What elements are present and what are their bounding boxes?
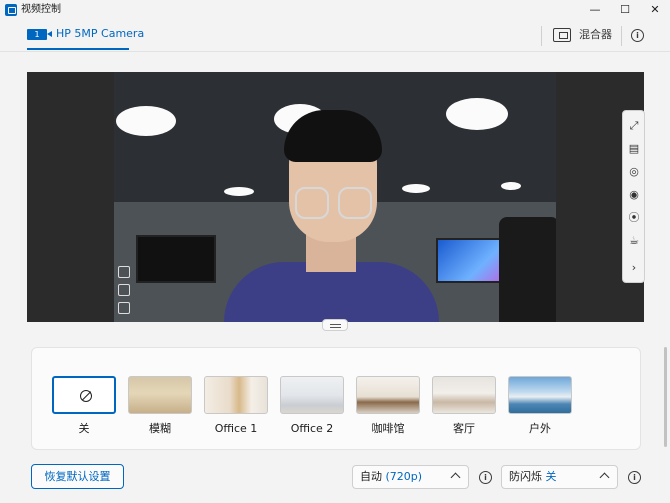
- anti-flicker-dropdown[interactable]: 防闪烁 关: [501, 465, 618, 489]
- background-thumb: [128, 376, 192, 414]
- minimize-button[interactable]: —: [580, 0, 610, 20]
- feed-light: [224, 187, 254, 196]
- background-thumb: [508, 376, 572, 414]
- background-thumb: [432, 376, 496, 414]
- resolution-value: (720p): [385, 470, 423, 483]
- background-label: 咖啡馆: [371, 422, 405, 435]
- background-option-office-1[interactable]: Office 1: [204, 376, 268, 436]
- expand-icon[interactable]: ⤢: [627, 119, 641, 133]
- scrollbar[interactable]: [664, 347, 667, 447]
- title-bar: 视频控制 — ☐ ✕: [0, 0, 670, 20]
- background-thumb: [356, 376, 420, 414]
- background-label: Office 2: [290, 422, 334, 435]
- camera-header: 1 HP 5MP Camera 混合器 i: [0, 20, 670, 52]
- mixer-label: 混合器: [579, 28, 612, 41]
- feed-light: [116, 106, 176, 136]
- anti-flicker-value: 关: [545, 470, 557, 483]
- background-option-office-2[interactable]: Office 2: [280, 376, 344, 436]
- maximize-button[interactable]: ☐: [610, 0, 640, 20]
- feed-monitor: [136, 235, 216, 283]
- background-option-cafe[interactable]: 咖啡馆: [356, 376, 420, 436]
- feed-person: [338, 187, 372, 219]
- none-icon: [80, 390, 92, 402]
- window-title: 视频控制: [21, 4, 61, 15]
- info-icon[interactable]: i: [479, 471, 492, 484]
- video-preview: [27, 72, 644, 322]
- coffee-icon[interactable]: ☕: [627, 234, 641, 248]
- feed-overlay-tools: [115, 262, 133, 322]
- pdf-icon[interactable]: ▤: [627, 142, 641, 156]
- side-toolbar: ⤢ ▤ ◎ ◉ ⦿ ☕ ›: [622, 110, 645, 283]
- resolution-label: 自动: [360, 470, 382, 483]
- feed-chair: [499, 217, 556, 322]
- app-icon: [5, 4, 17, 16]
- background-option-outdoor[interactable]: 户外: [508, 376, 572, 436]
- info-icon[interactable]: i: [628, 471, 641, 484]
- background-option-off[interactable]: 关: [52, 376, 116, 436]
- tab-underline: [27, 48, 129, 50]
- background-option-living-room[interactable]: 客厅: [432, 376, 496, 436]
- feed-light: [501, 182, 521, 190]
- background-label: Office 1: [214, 422, 258, 435]
- camera-feed: [114, 72, 556, 322]
- background-label: 关: [78, 422, 90, 435]
- camera-icon[interactable]: ◎: [627, 165, 641, 179]
- feed-light: [446, 98, 508, 130]
- info-icon[interactable]: i: [631, 29, 644, 42]
- crop-icon[interactable]: [118, 266, 130, 278]
- background-panel: 关 模糊 Office 1 Office 2 咖啡馆 客厅 户外: [31, 347, 641, 450]
- divider: [541, 26, 542, 46]
- background-label: 模糊: [149, 422, 171, 435]
- picture-in-picture-icon: [553, 28, 571, 42]
- feed-person: [295, 187, 329, 219]
- chevron-up-icon: [450, 472, 461, 483]
- close-button[interactable]: ✕: [640, 0, 670, 20]
- background-thumb: [52, 376, 116, 414]
- background-thumb: [204, 376, 268, 414]
- collapse-handle[interactable]: [322, 319, 348, 331]
- nodes-icon[interactable]: [118, 284, 130, 296]
- chevron-right-icon[interactable]: ›: [627, 261, 641, 275]
- resolution-dropdown[interactable]: 自动 (720p): [352, 465, 469, 489]
- background-thumb: [280, 376, 344, 414]
- background-label: 客厅: [453, 422, 475, 435]
- broadcast-icon[interactable]: ⦿: [627, 211, 641, 225]
- anti-flicker-label: 防闪烁: [509, 470, 542, 483]
- camera-icon: 1: [27, 29, 52, 40]
- divider: [621, 26, 622, 46]
- reset-defaults-button[interactable]: 恢复默认设置: [31, 464, 124, 489]
- background-label: 户外: [529, 422, 551, 435]
- camera-tab[interactable]: HP 5MP Camera: [56, 27, 144, 41]
- chevron-up-icon: [599, 472, 610, 483]
- record-icon[interactable]: ◉: [627, 188, 641, 202]
- background-option-blur[interactable]: 模糊: [128, 376, 192, 436]
- copy-icon[interactable]: [118, 302, 130, 314]
- feed-light: [402, 184, 430, 193]
